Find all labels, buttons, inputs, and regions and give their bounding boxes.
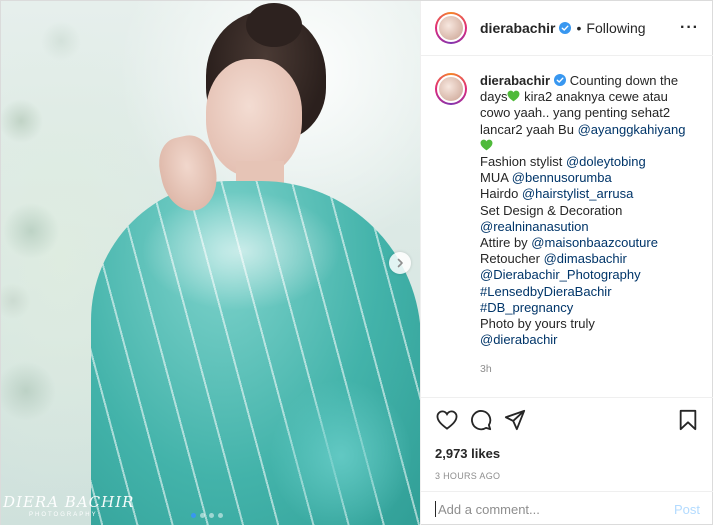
caption-mention-link[interactable]: #LensedbyDieraBachir <box>480 284 612 299</box>
post-comment-button[interactable]: Post <box>674 502 700 517</box>
avatar-image <box>437 14 465 42</box>
carousel-dot <box>209 513 214 518</box>
caption-avatar[interactable] <box>435 73 467 105</box>
post-header: dierabachir • Following ··· <box>421 1 713 56</box>
caption-text-segment: Photo by yours truly <box>480 316 595 332</box>
heart-outline-icon[interactable] <box>435 408 459 432</box>
caption-mention-link[interactable]: @hairstylist_arrusa <box>522 186 633 201</box>
avatar[interactable] <box>435 12 467 44</box>
post-sidebar: dierabachir • Following ··· dierabachir … <box>420 1 713 525</box>
instagram-post: DIERA BACHIR PHOTOGRAPHY dierabachir • F… <box>0 0 713 525</box>
carousel-dot <box>218 513 223 518</box>
carousel-dot <box>200 513 205 518</box>
caption-mention-link[interactable]: @realninanasution <box>480 219 589 234</box>
bookmark-icon[interactable] <box>676 408 700 432</box>
caption-mention-link[interactable]: @dimasbachir <box>544 251 627 266</box>
caption-text-segment: Retoucher <box>480 251 544 267</box>
watermark-title: DIERA BACHIR <box>3 493 135 511</box>
caption-mention-link[interactable]: @bennusorumba <box>512 170 612 185</box>
avatar-image <box>437 75 465 103</box>
carousel-dot <box>191 513 196 518</box>
text-caret <box>435 501 436 517</box>
post-time-ago[interactable]: 3 HOURS AGO <box>435 471 700 481</box>
caption-text-segment: Hairdo <box>480 186 522 202</box>
caption-text-segment: Set Design & Decoration <box>480 202 623 218</box>
caption-mention-link[interactable]: @doleytobing <box>566 154 646 169</box>
photo-dress-sparkle <box>141 191 341 311</box>
comment-bubble-icon[interactable] <box>469 408 493 432</box>
caption-text-segment: MUA <box>480 170 512 186</box>
carousel-dots <box>191 513 223 518</box>
carousel-next-button[interactable] <box>389 252 411 274</box>
likes-count[interactable]: 2,973 likes <box>435 446 700 461</box>
caption-timestamp[interactable]: 3h <box>480 363 700 375</box>
header-username[interactable]: dierabachir <box>480 20 555 36</box>
verified-badge-icon <box>559 22 572 34</box>
paper-plane-icon[interactable] <box>503 408 527 432</box>
following-button[interactable]: Following <box>586 20 645 36</box>
caption-mention-link[interactable]: @Dierabachir_Photography <box>480 267 641 282</box>
caption-text-segment: Fashion stylist <box>480 154 566 170</box>
caption-segments: Counting down the days kira2 anaknya cew… <box>480 73 685 347</box>
photo-face <box>206 59 302 177</box>
post-caption: dierabachir Counting down the days kira2… <box>421 57 713 397</box>
green-heart-icon <box>480 139 493 151</box>
caption-username[interactable]: dierabachir <box>480 73 550 88</box>
caption-mention-link[interactable]: @ayanggkahiyang <box>578 122 686 137</box>
watermark-subtitle: PHOTOGRAPHY <box>29 512 98 518</box>
more-options-button[interactable]: ··· <box>680 19 699 37</box>
caption-mention-link[interactable]: @maisonbaazcouture <box>531 235 658 250</box>
post-photo[interactable]: DIERA BACHIR PHOTOGRAPHY <box>1 1 420 525</box>
comment-form: Post <box>421 491 713 525</box>
action-icons <box>435 408 700 432</box>
comment-input[interactable] <box>438 501 674 517</box>
post-actions: 2,973 likes 3 HOURS AGO <box>421 397 713 481</box>
header-separator: • <box>576 20 582 36</box>
caption-content: dierabachir Counting down the days kira2… <box>480 73 700 397</box>
caption-text: dierabachir Counting down the days kira2… <box>480 73 700 348</box>
photo-watermark: DIERA BACHIR PHOTOGRAPHY <box>3 493 134 518</box>
chevron-right-icon <box>397 258 403 268</box>
verified-badge-icon <box>554 74 567 86</box>
caption-text-segment: Attire by <box>480 235 532 251</box>
photo-tulle <box>271 381 411 525</box>
caption-mention-link[interactable]: @dierabachir <box>480 332 558 347</box>
photo-hair-bun <box>246 3 302 47</box>
caption-mention-link[interactable]: #DB_pregnancy <box>480 300 573 315</box>
green-heart-icon <box>508 90 520 102</box>
